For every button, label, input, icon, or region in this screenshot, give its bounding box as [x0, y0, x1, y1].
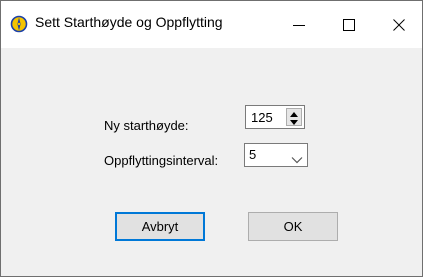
dialog-window: Sett Starthøyde og Oppflytting Ny starth…: [0, 0, 423, 277]
spinner-buttons: [286, 108, 302, 126]
interval-dropdown[interactable]: 5: [244, 143, 308, 167]
interval-label: Oppflyttingsinterval:: [104, 153, 219, 168]
cancel-button[interactable]: Avbryt: [115, 212, 205, 241]
start-height-label: Ny starthøyde:: [104, 118, 189, 133]
window-title: Sett Starthøyde og Oppflytting: [35, 14, 223, 30]
close-icon: [393, 18, 405, 31]
minimize-icon: [293, 19, 305, 31]
spinner-down-button[interactable]: [287, 117, 301, 125]
start-height-value[interactable]: 125: [251, 110, 273, 125]
title-bar[interactable]: Sett Starthøyde og Oppflytting: [1, 1, 422, 48]
maximize-button[interactable]: [326, 1, 372, 48]
minimize-button[interactable]: [276, 1, 322, 48]
arrow-down-icon: [290, 112, 298, 130]
maximize-icon: [343, 18, 355, 31]
close-button[interactable]: [376, 1, 422, 48]
ok-button[interactable]: OK: [248, 212, 338, 241]
compass-icon: [10, 15, 28, 33]
start-height-spinner[interactable]: 125: [245, 105, 305, 129]
interval-value: 5: [249, 147, 257, 162]
chevron-down-icon[interactable]: [291, 151, 303, 164]
